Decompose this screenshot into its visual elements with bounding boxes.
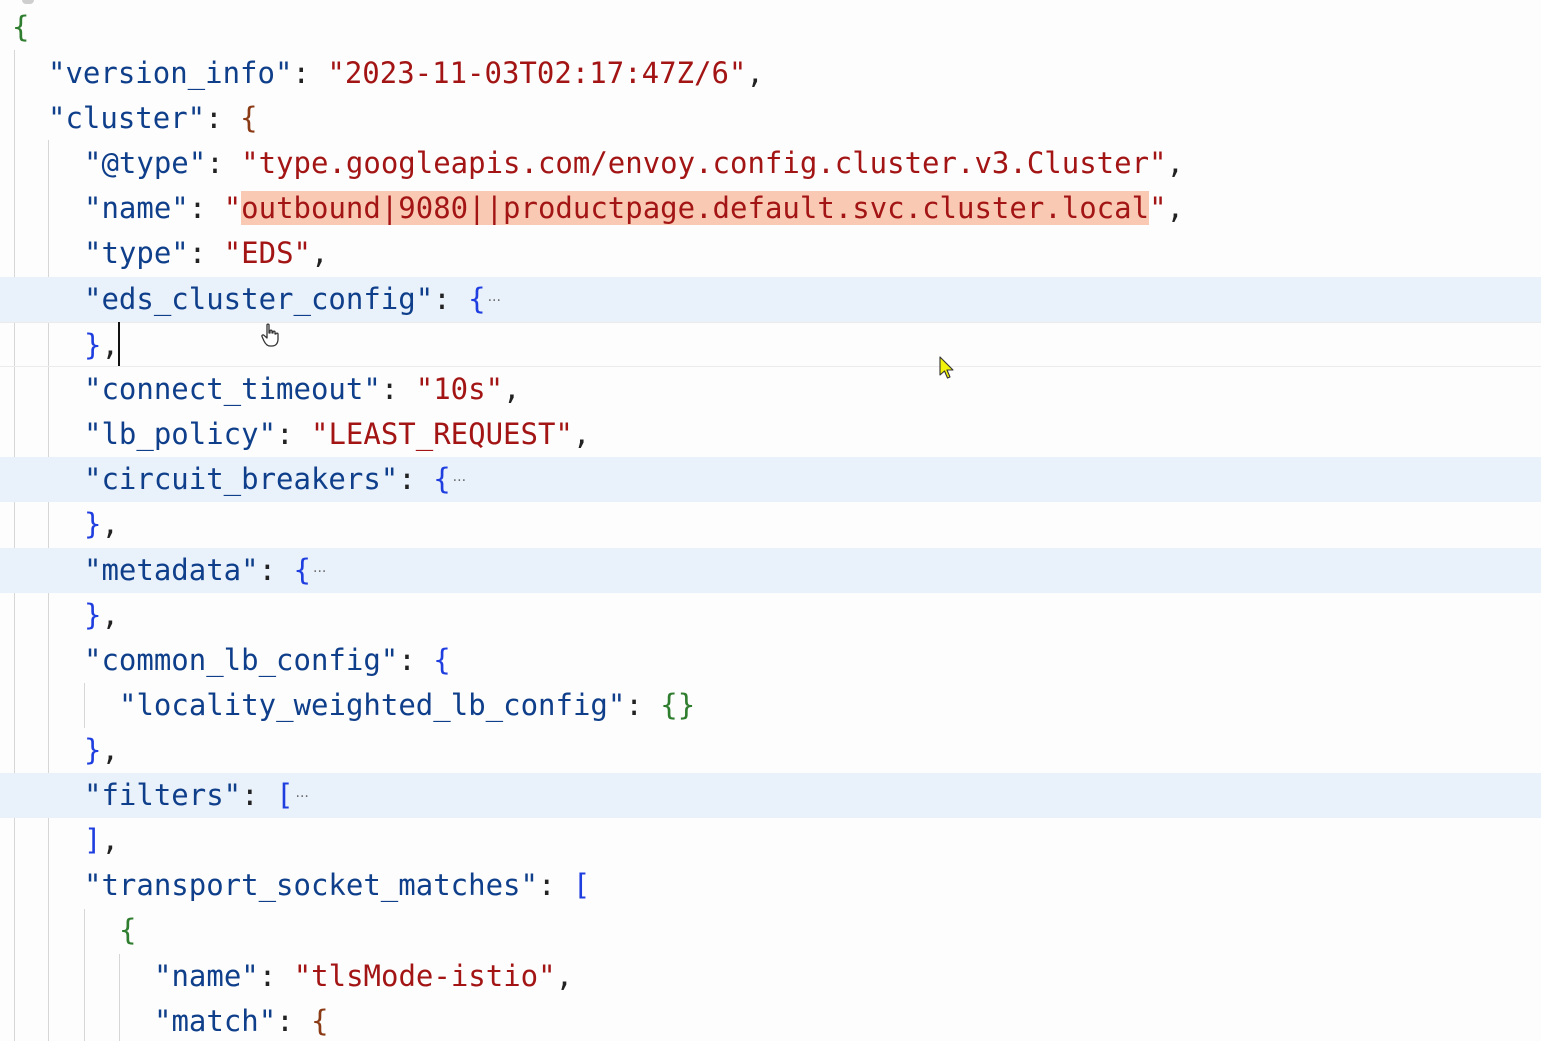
- code-line-at-type[interactable]: "@type": "type.googleapis.com/envoy.conf…: [0, 141, 1541, 186]
- json-key: "connect_timeout": [84, 372, 381, 406]
- root-open-brace: {: [12, 10, 30, 44]
- json-key: "transport_socket_matches": [84, 868, 538, 902]
- code-line-cluster[interactable]: "cluster": {: [0, 96, 1541, 141]
- json-key: "match": [154, 1004, 277, 1038]
- code-line-version-info[interactable]: "version_info": "2023-11-03T02:17:47Z/6"…: [0, 51, 1541, 96]
- code-line-metadata[interactable]: "metadata": {···: [0, 548, 1541, 593]
- json-key: "name": [154, 959, 259, 993]
- json-key: "cluster": [48, 101, 206, 135]
- json-key: "type": [84, 236, 189, 270]
- code-line-tsm-match[interactable]: "match": {: [0, 999, 1541, 1041]
- json-string-value: "10s": [415, 372, 504, 406]
- open-brace: {: [293, 553, 311, 587]
- open-brace: {: [433, 462, 451, 496]
- open-bracket: [: [276, 778, 294, 812]
- folded-region-ellipsis-icon[interactable]: ···: [313, 565, 326, 579]
- open-brace: {: [433, 643, 451, 677]
- search-match-highlight: outbound|9080||productpage.default.svc.c…: [241, 191, 1150, 225]
- scroll-indicator: [22, 0, 34, 4]
- json-key: "metadata": [84, 553, 259, 587]
- json-string-value: "tlsMode-istio": [293, 959, 556, 993]
- json-key: "lb_policy": [84, 417, 277, 451]
- code-line-locality-weighted-lb-config[interactable]: "locality_weighted_lb_config": {}: [0, 683, 1541, 728]
- code-line-lb-policy[interactable]: "lb_policy": "LEAST_REQUEST",: [0, 412, 1541, 457]
- json-key: "filters": [84, 778, 242, 812]
- json-key: "locality_weighted_lb_config": [119, 688, 626, 722]
- code-line-name[interactable]: "name": "outbound|9080||productpage.defa…: [0, 186, 1541, 231]
- open-brace: {: [119, 913, 137, 947]
- code-line-common-lb-config[interactable]: "common_lb_config": {: [0, 638, 1541, 683]
- json-code-editor[interactable]: { "version_info": "2023-11-03T02:17:47Z/…: [0, 0, 1541, 1041]
- json-key: "@type": [84, 146, 207, 180]
- open-brace: {: [311, 1004, 329, 1038]
- open-bracket: [: [572, 868, 591, 902]
- json-string-value: "2023-11-03T02:17:47Z/6": [327, 56, 747, 90]
- code-line-eds-cluster-config[interactable]: "eds_cluster_config": {···: [0, 277, 1541, 322]
- code-line-metadata-close[interactable]: },: [0, 593, 1541, 638]
- folded-region-ellipsis-icon[interactable]: ···: [488, 294, 501, 308]
- folded-region-ellipsis-icon[interactable]: ···: [453, 474, 466, 488]
- empty-object: {}: [660, 688, 696, 722]
- code-line-circuit-breakers[interactable]: "circuit_breakers": {···: [0, 457, 1541, 502]
- text-caret: [118, 322, 120, 366]
- json-key: "common_lb_config": [84, 643, 399, 677]
- json-key: "eds_cluster_config": [84, 282, 434, 316]
- close-brace: }: [84, 507, 102, 541]
- close-brace: }: [84, 733, 102, 767]
- code-line-type[interactable]: "type": "EDS",: [0, 231, 1541, 276]
- close-bracket: ]: [84, 823, 102, 857]
- arrow-cursor-icon: [939, 356, 954, 379]
- json-string-value: "LEAST_REQUEST": [310, 417, 573, 451]
- code-line-tsm-name[interactable]: "name": "tlsMode-istio",: [0, 954, 1541, 999]
- code-line-circuit-close[interactable]: },: [0, 502, 1541, 547]
- close-brace: }: [84, 328, 102, 362]
- code-line-filters-close[interactable]: ],: [0, 818, 1541, 863]
- open-brace: {: [240, 101, 258, 135]
- json-key: "circuit_breakers": [84, 462, 399, 496]
- open-brace: {: [468, 282, 486, 316]
- code-line-transport-socket-matches[interactable]: "transport_socket_matches": [: [0, 863, 1541, 908]
- json-string-value: "type.googleapis.com/envoy.config.cluste…: [241, 146, 1167, 180]
- json-key: "name": [84, 191, 189, 225]
- code-line-connect-timeout[interactable]: "connect_timeout": "10s",: [0, 367, 1541, 412]
- code-line-filters[interactable]: "filters": [···: [0, 773, 1541, 818]
- code-line-eds-close[interactable]: },: [0, 322, 1541, 367]
- json-string-value: "EDS": [223, 236, 311, 270]
- code-line-common-close[interactable]: },: [0, 728, 1541, 773]
- hand-pointer-cursor-icon: [261, 323, 279, 347]
- code-line-tsm-item-open[interactable]: {: [0, 908, 1541, 953]
- folded-region-ellipsis-icon[interactable]: ···: [296, 790, 309, 804]
- json-key: "version_info": [48, 56, 293, 90]
- close-brace: }: [84, 598, 102, 632]
- code-line-root-open[interactable]: {: [0, 5, 1541, 50]
